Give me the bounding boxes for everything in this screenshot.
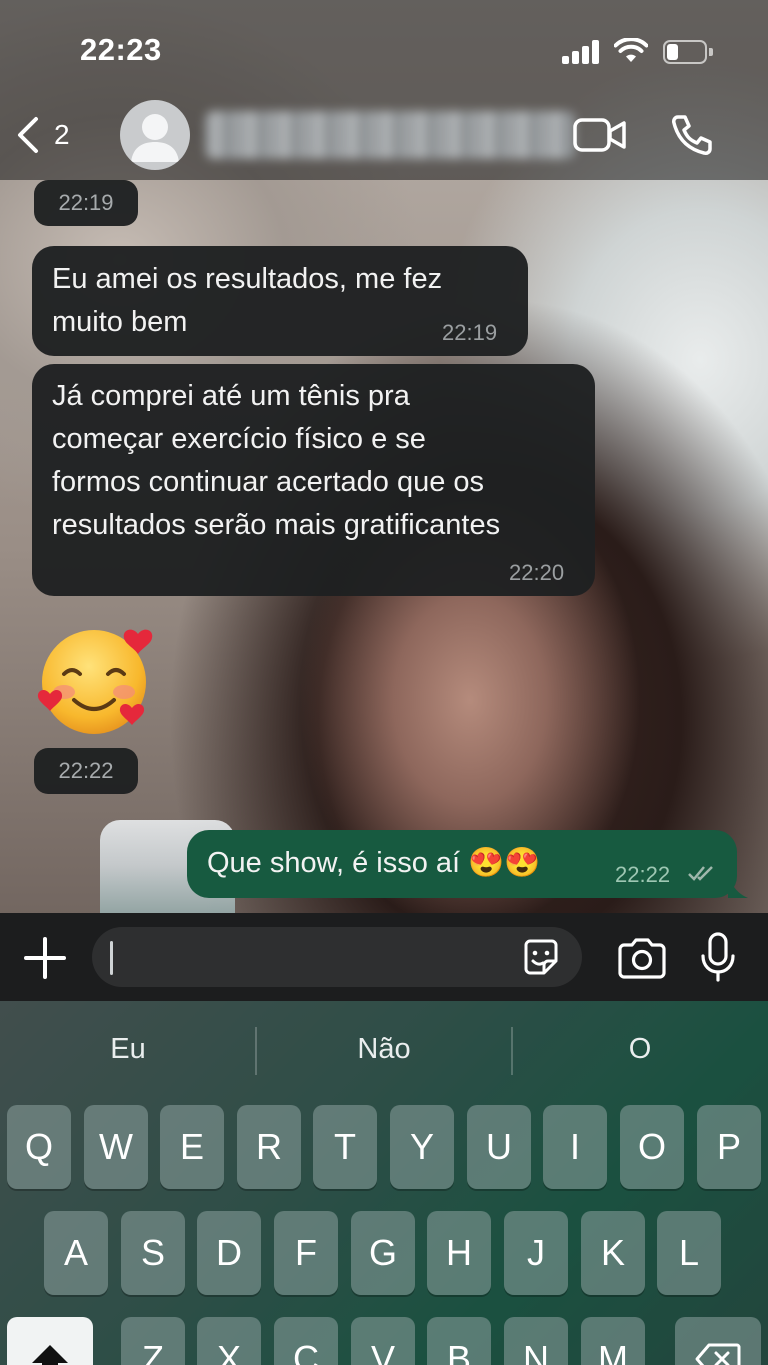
status-bar: 22:23 (0, 0, 768, 95)
chat-header: 2 (0, 95, 768, 180)
message-time: 22:19 (442, 320, 498, 345)
key-a[interactable]: A (44, 1211, 108, 1295)
key-q[interactable]: Q (7, 1105, 71, 1189)
bubble-tail (728, 876, 748, 898)
key-b[interactable]: B (427, 1317, 491, 1365)
key-x[interactable]: X (197, 1317, 261, 1365)
status-time: 22:23 (80, 32, 162, 67)
message-text: Já comprei até um tênis pra começar exer… (52, 380, 501, 541)
avatar[interactable] (120, 100, 190, 170)
plus-icon[interactable] (22, 935, 68, 981)
cellular-signal-icon (562, 40, 602, 64)
suggestion-1[interactable]: Eu (0, 1033, 256, 1066)
text-cursor (110, 941, 113, 975)
key-n[interactable]: N (504, 1317, 568, 1365)
battery-icon (663, 40, 713, 64)
chevron-left-icon (18, 117, 38, 153)
person-icon (131, 114, 179, 162)
message-timestamp: 22:22 (34, 748, 138, 794)
key-m[interactable]: M (581, 1317, 645, 1365)
key-w[interactable]: W (84, 1105, 148, 1189)
video-camera-icon[interactable] (572, 115, 628, 155)
key-i[interactable]: I (543, 1105, 607, 1189)
phone-icon[interactable] (668, 111, 716, 159)
key-y[interactable]: Y (390, 1105, 454, 1189)
key-e[interactable]: E (160, 1105, 224, 1189)
message-composer (0, 913, 768, 1001)
message-timestamp: 22:19 (34, 180, 138, 226)
keyboard: Eu Não O Q W E R T Y U I O P A S D F G H… (0, 1001, 768, 1365)
key-u[interactable]: U (467, 1105, 531, 1189)
key-f[interactable]: F (274, 1211, 338, 1295)
shift-icon (32, 1345, 68, 1365)
camera-icon[interactable] (616, 937, 668, 979)
incoming-message[interactable]: Já comprei até um tênis pra começar exer… (32, 364, 595, 596)
key-t[interactable]: T (313, 1105, 377, 1189)
key-r[interactable]: R (237, 1105, 301, 1189)
key-o[interactable]: O (620, 1105, 684, 1189)
message-time: 22:22 (615, 862, 671, 887)
smiling-face-with-hearts-sticker[interactable] (36, 622, 156, 738)
key-s[interactable]: S (121, 1211, 185, 1295)
key-l[interactable]: L (657, 1211, 721, 1295)
unread-count: 2 (54, 119, 70, 150)
key-c[interactable]: C (274, 1317, 338, 1365)
key-k[interactable]: K (581, 1211, 645, 1295)
key-d[interactable]: D (197, 1211, 261, 1295)
key-z[interactable]: Z (121, 1317, 185, 1365)
key-v[interactable]: V (351, 1317, 415, 1365)
key-p[interactable]: P (697, 1105, 761, 1189)
delete-key[interactable] (675, 1317, 761, 1365)
back-button[interactable]: 2 (14, 113, 84, 157)
message-input[interactable] (92, 927, 582, 987)
sticker-icon[interactable] (520, 937, 562, 979)
message-time: 22:20 (509, 560, 565, 585)
key-j[interactable]: J (504, 1211, 568, 1295)
predictive-text-bar: Eu Não O (0, 1001, 768, 1101)
suggestion-2[interactable]: Não (256, 1033, 512, 1066)
outgoing-message[interactable]: Que show, é isso aí 😍😍 22:22 (187, 830, 737, 898)
microphone-icon[interactable] (700, 931, 736, 983)
key-h[interactable]: H (427, 1211, 491, 1295)
wifi-icon (614, 38, 648, 62)
backspace-icon (695, 1343, 741, 1365)
suggestion-3[interactable]: O (512, 1033, 768, 1066)
shift-key[interactable] (7, 1317, 93, 1365)
incoming-message[interactable]: Eu amei os resultados, me fez muito bem … (32, 246, 528, 356)
message-text: Eu amei os resultados, me fez muito bem (52, 263, 443, 338)
contact-name[interactable] (205, 111, 575, 159)
read-receipt-icon (688, 866, 713, 881)
message-text: Que show, é isso aí 😍😍 (207, 847, 541, 879)
key-g[interactable]: G (351, 1211, 415, 1295)
